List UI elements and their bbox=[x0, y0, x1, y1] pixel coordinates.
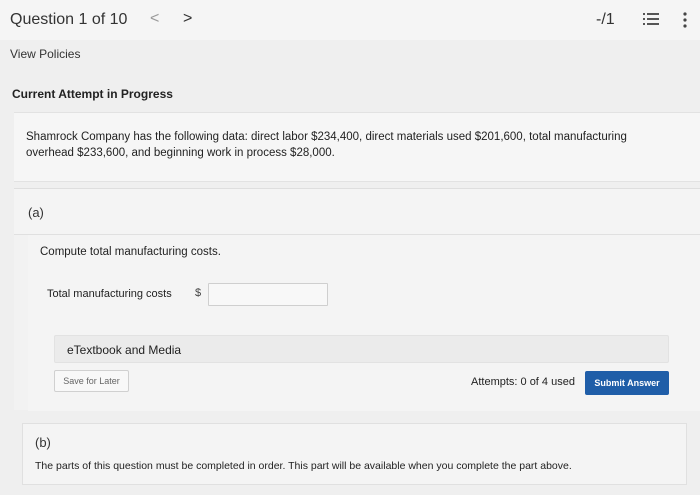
question-score: -/1 bbox=[596, 11, 615, 28]
attempts-counter: Attempts: 0 of 4 used bbox=[471, 376, 575, 388]
question-prompt: Shamrock Company has the following data:… bbox=[14, 112, 700, 182]
save-for-later-button[interactable]: Save for Later bbox=[54, 370, 129, 392]
question-counter: Question 1 of 10 bbox=[10, 11, 128, 28]
submit-answer-button[interactable]: Submit Answer bbox=[585, 371, 669, 395]
part-b-label: (b) bbox=[35, 435, 51, 450]
total-manufacturing-costs-label: Total manufacturing costs bbox=[47, 288, 172, 300]
total-manufacturing-costs-input[interactable] bbox=[208, 283, 328, 306]
attempt-status-heading: Current Attempt in Progress bbox=[12, 87, 173, 101]
question-text: Shamrock Company has the following data:… bbox=[26, 131, 627, 159]
etextbook-media-label: eTextbook and Media bbox=[67, 343, 182, 357]
previous-question-button[interactable]: < bbox=[150, 10, 159, 28]
list-icon[interactable] bbox=[643, 12, 659, 26]
part-b-panel: (b) The parts of this question must be c… bbox=[22, 423, 687, 485]
currency-symbol: $ bbox=[195, 287, 202, 299]
part-a-header: (a) bbox=[14, 189, 700, 235]
view-policies-link[interactable]: View Policies bbox=[10, 47, 80, 61]
question-header: Question 1 of 10 < > -/1 bbox=[0, 0, 700, 40]
part-b-locked-notice: The parts of this question must be compl… bbox=[35, 460, 572, 472]
next-question-button[interactable]: > bbox=[183, 10, 192, 28]
part-a-panel: (a) Compute total manufacturing costs. T… bbox=[14, 188, 700, 411]
part-a-prompt: Compute total manufacturing costs. bbox=[40, 246, 221, 258]
etextbook-media-button[interactable]: eTextbook and Media bbox=[54, 335, 669, 363]
part-a-label: (a) bbox=[28, 205, 44, 220]
more-vertical-icon[interactable] bbox=[682, 11, 688, 29]
